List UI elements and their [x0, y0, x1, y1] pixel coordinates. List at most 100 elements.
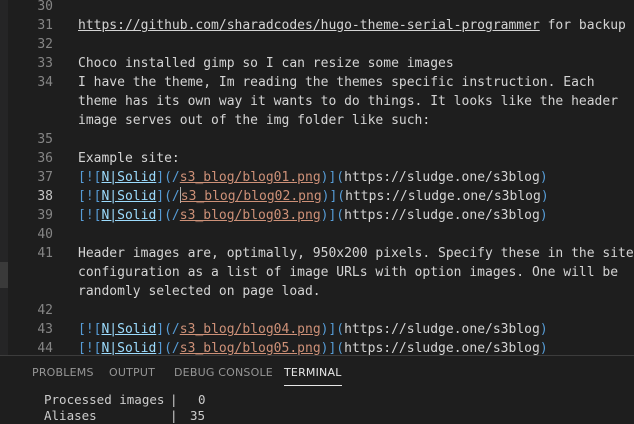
md-alt-text: N|Solid — [101, 208, 157, 223]
terminal-sep: | — [170, 408, 178, 423]
editor[interactable]: 30 31 https://github.com/sharadcodes/hugo-… — [0, 0, 634, 355]
line-number: 31 — [37, 18, 53, 33]
md-bracket: ) — [539, 208, 548, 223]
code-line[interactable]: 39 [![N|Solid](/s3_blog/blog03.png)](http… — [0, 206, 634, 225]
md-bracket: ](/ — [156, 189, 180, 204]
line-text[interactable]: Example site: — [78, 149, 180, 168]
md-image-path[interactable]: s3_blog/blog02.png — [181, 189, 322, 204]
code-line[interactable]: 34 I have the theme, Im reading the theme… — [0, 73, 634, 92]
code-line[interactable]: theme has its own way it wants to do thi… — [0, 92, 634, 111]
line-number: 43 — [37, 322, 53, 337]
code-line[interactable]: randomly selected on page load. — [0, 282, 634, 301]
code-line[interactable]: 32 — [0, 35, 634, 54]
line-number: 36 — [37, 151, 53, 166]
md-link-url: https://sludge.one/s3blog — [344, 341, 540, 355]
code-line[interactable]: configuration as a list of image URLs wi… — [0, 263, 634, 282]
line-number: 41 — [37, 246, 53, 261]
tab-output[interactable]: OUTPUT — [109, 356, 155, 390]
line-number: 33 — [37, 56, 53, 71]
md-link-url: https://sludge.one/s3blog — [344, 208, 540, 223]
md-bracket: [![ — [78, 170, 102, 185]
md-bracket: ) — [539, 341, 548, 355]
line-text[interactable]: Header images are, optimally, 950x200 pi… — [78, 244, 634, 263]
md-bracket: ) — [540, 189, 549, 204]
code-line[interactable]: 40 — [0, 225, 634, 244]
line-text[interactable]: [![N|Solid](/s3_blog/blog02.png)](https:… — [78, 187, 549, 206]
md-bracket: )]( — [320, 170, 345, 185]
code-line[interactable]: 43 [![N|Solid](/s3_blog/blog04.png)](http… — [0, 320, 634, 339]
md-image-path[interactable]: s3_blog/blog05.png — [180, 341, 321, 355]
line-number: 37 — [37, 170, 53, 185]
md-bracket: ](/ — [156, 208, 180, 223]
line-number: 34 — [37, 75, 53, 90]
code-line[interactable]: 41 Header images are, optimally, 950x200 … — [0, 244, 634, 263]
md-link-url: https://sludge.one/s3blog — [344, 322, 540, 337]
md-bracket: ) — [539, 322, 548, 337]
md-link-url: https://sludge.one/s3blog — [345, 189, 541, 204]
line-number: 44 — [37, 341, 53, 355]
md-bracket: ](/ — [156, 322, 180, 337]
md-bracket: [![ — [78, 208, 102, 223]
code-line[interactable]: image serves out of the img folder like … — [0, 111, 634, 130]
md-bracket: ) — [539, 170, 548, 185]
md-link-url: https://sludge.one/s3blog — [344, 170, 540, 185]
line-text[interactable]: Choco installed gimp so I can resize som… — [78, 54, 454, 73]
line-text[interactable]: configuration as a list of image URLs wi… — [78, 263, 618, 282]
bottom-panel: PROBLEMS OUTPUT DEBUG CONSOLE TERMINAL P… — [0, 355, 634, 423]
md-bracket: )]( — [321, 189, 346, 204]
line-number: 39 — [37, 208, 53, 223]
tab-problems[interactable]: PROBLEMS — [32, 356, 94, 390]
md-bracket: [![ — [78, 322, 102, 337]
line-number: 35 — [37, 132, 53, 147]
md-bracket: [![ — [78, 341, 102, 355]
md-image-path[interactable]: s3_blog/blog01.png — [180, 170, 321, 185]
md-bracket: )]( — [320, 341, 345, 355]
line-text[interactable]: image serves out of the img folder like … — [78, 111, 430, 130]
line-text[interactable]: theme has its own way it wants to do thi… — [78, 92, 618, 111]
code-line[interactable]: 33 Choco installed gimp so I can resize s… — [0, 54, 634, 73]
line-number: 32 — [37, 37, 53, 52]
tab-terminal[interactable]: TERMINAL — [284, 356, 342, 390]
md-alt-text: N|Solid — [101, 189, 157, 204]
code-line[interactable]: 42 — [0, 301, 634, 320]
line-number: 30 — [37, 0, 53, 14]
terminal-sep: | — [170, 392, 178, 407]
line-text[interactable]: randomly selected on page load. — [78, 282, 321, 301]
md-bracket: )]( — [320, 208, 345, 223]
code-line[interactable]: 35 — [0, 130, 634, 149]
md-alt-text: N|Solid — [101, 341, 157, 355]
code-line[interactable]: 36 Example site: — [0, 149, 634, 168]
terminal-value: 0 — [198, 392, 206, 407]
link-url[interactable]: https://github.com/sharadcodes/hugo-them… — [78, 18, 540, 33]
line-text[interactable]: [![N|Solid](/s3_blog/blog05.png)](https:… — [78, 339, 548, 355]
line-text[interactable]: I have the theme, Im reading the themes … — [78, 73, 595, 92]
tab-debug-console[interactable]: DEBUG CONSOLE — [174, 356, 273, 390]
code-line[interactable]: 30 — [0, 0, 634, 16]
line-text[interactable]: [![N|Solid](/s3_blog/blog03.png)](https:… — [78, 206, 548, 225]
md-bracket: )]( — [320, 322, 345, 337]
line-number: 42 — [37, 303, 53, 318]
md-alt-text: N|Solid — [101, 322, 157, 337]
line-text-after: for backup — [539, 18, 626, 33]
line-text[interactable]: [![N|Solid](/s3_blog/blog04.png)](https:… — [78, 320, 548, 339]
code-line[interactable]: 37 [![N|Solid](/s3_blog/blog01.png)](http… — [0, 168, 634, 187]
line-text[interactable]: https://github.com/sharadcodes/hugo-them… — [78, 16, 626, 35]
md-bracket: [![ — [78, 189, 102, 204]
terminal-value: 35 — [190, 408, 206, 423]
terminal-label: Aliases — [44, 408, 97, 423]
code-line[interactable]: 44 [![N|Solid](/s3_blog/blog05.png)](http… — [0, 339, 634, 355]
md-alt-text: N|Solid — [101, 170, 157, 185]
panel-tabs: PROBLEMS OUTPUT DEBUG CONSOLE TERMINAL — [0, 356, 634, 390]
line-number: 40 — [37, 227, 53, 242]
md-image-path[interactable]: s3_blog/blog04.png — [180, 322, 321, 337]
terminal-line: Aliases | 35 — [44, 408, 205, 424]
terminal-label: Processed images — [44, 392, 165, 407]
md-bracket: ](/ — [156, 170, 180, 185]
line-number: 38 — [37, 189, 53, 204]
md-bracket: ](/ — [156, 341, 180, 355]
code-line[interactable]: 38 [![N|Solid](/s3_blog/blog02.png)](http… — [0, 187, 634, 206]
line-text[interactable]: [![N|Solid](/s3_blog/blog01.png)](https:… — [78, 168, 548, 187]
code-line[interactable]: 31 https://github.com/sharadcodes/hugo-th… — [0, 16, 634, 35]
terminal-line: Processed images | 0 — [44, 392, 206, 408]
md-image-path[interactable]: s3_blog/blog03.png — [180, 208, 321, 223]
